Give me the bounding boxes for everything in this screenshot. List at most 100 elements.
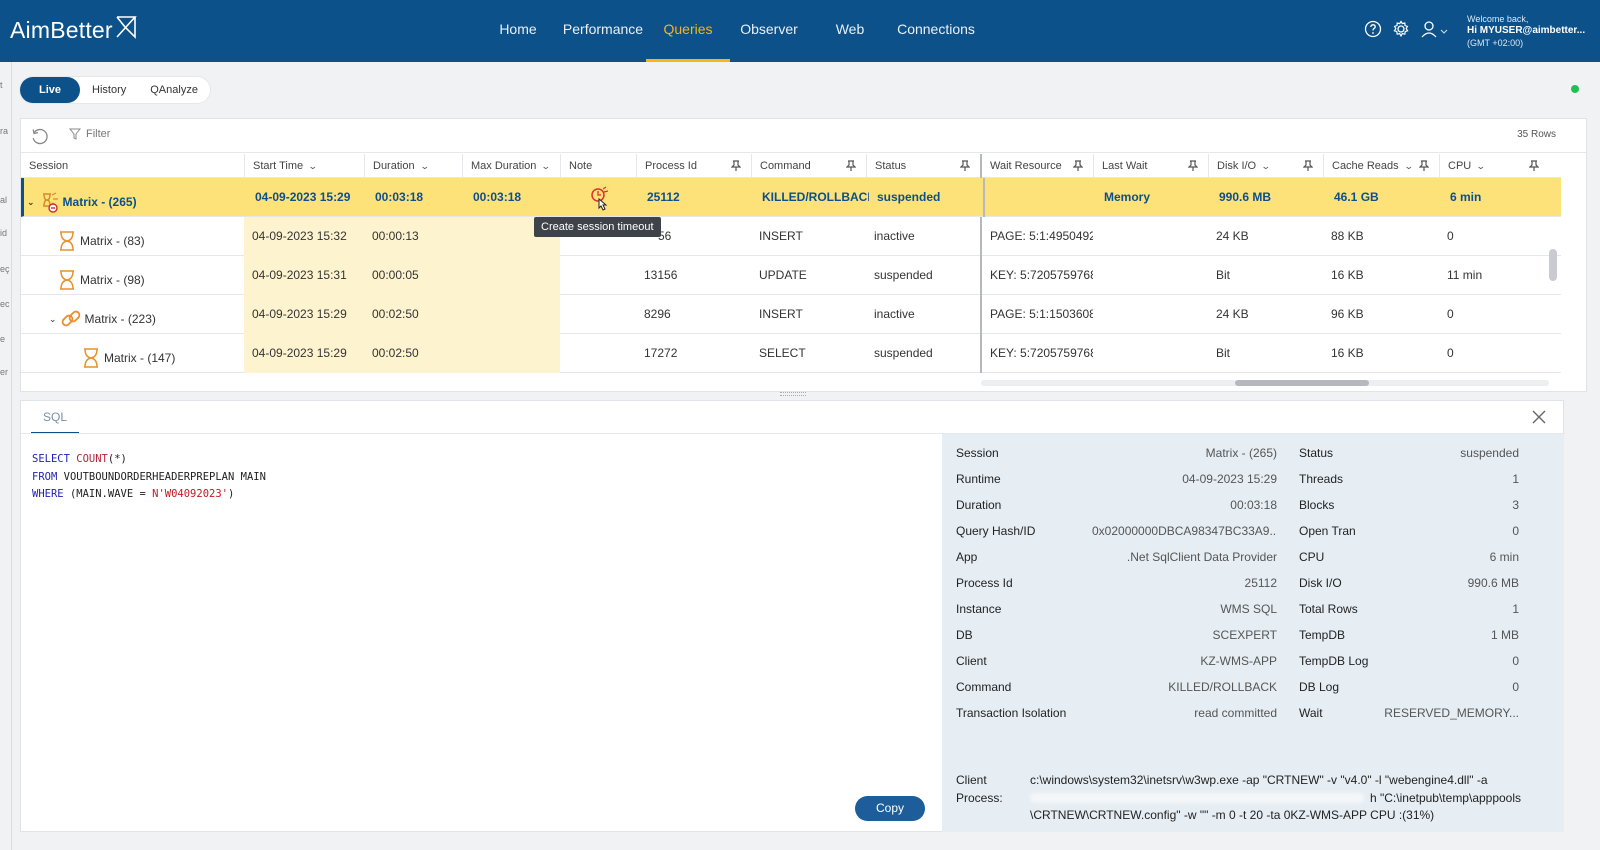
pin-icon[interactable] [731,160,741,172]
detail-row: Process Id 25112 [956,573,1277,593]
vertical-scrollbar[interactable] [1549,249,1557,281]
session-name: Matrix - (223) [84,312,156,326]
column-header-wait-resource[interactable]: Wait Resource [980,154,1093,178]
mode-tabs: Live History QAnalyze [20,77,210,103]
scrollbar-thumb[interactable] [1235,380,1369,386]
tab-sql[interactable]: SQL [31,401,79,434]
chevron-down-icon[interactable]: ⌄ [49,309,57,329]
settings-icon[interactable] [1392,20,1410,38]
column-header-start-time[interactable]: Start Time ⌄ [244,154,364,178]
nav-performance[interactable]: Performance [562,0,644,62]
refresh-icon[interactable] [30,127,50,147]
note-cell[interactable] [563,178,639,217]
start-time-cell: 04-09-2023 15:31 [244,256,364,295]
pin-icon[interactable] [1419,160,1429,172]
command-cell: KILLED/ROLLBACK [762,190,869,204]
timezone: (GMT +02:00) [1467,38,1524,48]
pin-icon[interactable] [1529,160,1539,172]
column-header-last-wait[interactable]: Last Wait [1093,154,1208,178]
tab-history[interactable]: History [80,77,138,103]
pin-icon[interactable] [1073,160,1083,172]
column-header-command[interactable]: Command [751,154,866,178]
help-icon[interactable] [1364,20,1382,38]
column-header-cpu[interactable]: CPU ⌄ [1439,154,1549,178]
sidebar-stub-text: al [0,195,8,205]
cpu-cell: 6 min [1450,190,1482,204]
session-cell[interactable]: Matrix - (83) [21,217,244,256]
table-row[interactable]: Matrix - (98) 04-09-2023 15:31 00:00:05 … [21,256,1561,295]
collapsed-sidebar: t ra al id eç ec e er [0,62,12,850]
sql-code[interactable]: SELECT COUNT(*) FROM VOUTBOUNDORDERHEADE… [32,451,266,504]
user-icon[interactable] [1420,20,1450,38]
column-header-note[interactable]: Note [560,154,636,178]
session-cell[interactable]: ⌄ Matrix - (223) [21,295,244,334]
column-header-label: Session [29,160,69,172]
column-header-label: Last Wait [1102,160,1148,172]
sidebar-stub-text: ra [0,126,9,136]
nav-queries[interactable]: Queries [646,0,730,62]
grid-toolbar: Filter 35 Rows [21,119,1586,153]
detail-label: DB Log [1299,680,1340,694]
session-name: Matrix - (147) [104,351,176,365]
column-header-disk-io[interactable]: Disk I/O ⌄ [1208,154,1323,178]
detail-row: Runtime 04-09-2023 15:29 [956,469,1277,489]
max-duration-cell [462,295,560,334]
session-cell[interactable]: ⌄ Matrix - (265) [24,178,247,217]
process-id-cell: 25112 [647,190,680,204]
table-row[interactable]: ⌄ Matrix - (223) 04-09-2023 15:29 00:02:… [21,295,1561,334]
horizontal-scrollbar[interactable] [981,380,1549,386]
copy-button[interactable]: Copy [855,796,925,821]
session-timeout-icon[interactable] [589,186,613,212]
detail-label: Runtime [956,472,1001,486]
max-duration-cell [462,256,560,295]
column-header-process-id[interactable]: Process Id [636,154,751,178]
column-header-duration[interactable]: Duration ⌄ [364,154,462,178]
panel-splitter-handle[interactable] [780,392,806,396]
cache-reads-cell: 96 KB [1331,307,1364,321]
sql-line: FROM VOUTBOUNDORDERHEADERPREPLAN MAIN [32,469,266,487]
table-row[interactable]: Matrix - (147) 04-09-2023 15:29 00:02:50… [21,334,1561,373]
column-header-status[interactable]: Status [866,154,980,178]
table-row[interactable]: ⌄ Matrix - (265) 04-09-2023 15:29 00:03:… [21,178,1561,217]
detail-label: Session [956,446,999,460]
pin-icon[interactable] [960,160,970,172]
chevron-down-icon: ⌄ [541,161,552,171]
column-header-label: Wait Resource [990,160,1062,172]
detail-value: WMS SQL [1220,602,1277,616]
tab-live[interactable]: Live [20,77,81,103]
column-header-cache-reads[interactable]: Cache Reads ⌄ [1323,154,1439,178]
nav-web[interactable]: Web [832,0,868,62]
nav-home[interactable]: Home [496,0,540,62]
detail-value: 1 MB [1490,628,1519,642]
chevron-down-icon: ⌄ [1260,161,1271,171]
table-row[interactable]: Matrix - (83) 04-09-2023 15:32 00:00:13 … [21,217,1561,256]
session-cell[interactable]: Matrix - (98) [21,256,244,295]
column-header-max-duration[interactable]: Max Duration ⌄ [462,154,560,178]
client-process-line: \CRTNEW\CRTNEW.config" -w "" -m 0 -t 20 … [1030,808,1435,822]
cpu-cell: 11 min [1447,268,1483,282]
pin-icon[interactable] [1188,160,1198,172]
pin-icon[interactable] [846,160,856,172]
tab-qanalyze[interactable]: QAnalyze [138,77,210,103]
start-time-cell: 04-09-2023 15:29 [244,334,364,373]
column-header-session[interactable]: Session [21,154,244,178]
filter-icon [69,128,81,140]
cache-reads-cell: 46.1 GB [1334,190,1379,204]
nav-connections[interactable]: Connections [896,0,976,62]
filter-button[interactable]: Filter [69,128,110,140]
pin-icon[interactable] [1303,160,1313,172]
cache-reads-cell: 88 KB [1331,229,1364,243]
detail-value: 0 [1512,524,1519,538]
close-icon[interactable] [1531,409,1547,425]
nav-observer[interactable]: Observer [739,0,799,62]
session-cell[interactable]: Matrix - (147) [21,334,244,373]
last-wait-cell [1093,295,1208,334]
session-name: Matrix - (265) [62,195,137,209]
client-process-line: c:\windows\system32\inetsrv\w3wp.exe -ap… [1030,773,1488,787]
column-header-label: Note [569,160,593,172]
connection-status-dot [1571,85,1579,93]
logo[interactable]: AimBetter [10,15,137,44]
sql-keyword: FROM [32,470,58,483]
user-name[interactable]: Hi MYUSER@aimbetter... [1467,25,1585,37]
chevron-down-icon[interactable]: ⌄ [27,192,35,212]
